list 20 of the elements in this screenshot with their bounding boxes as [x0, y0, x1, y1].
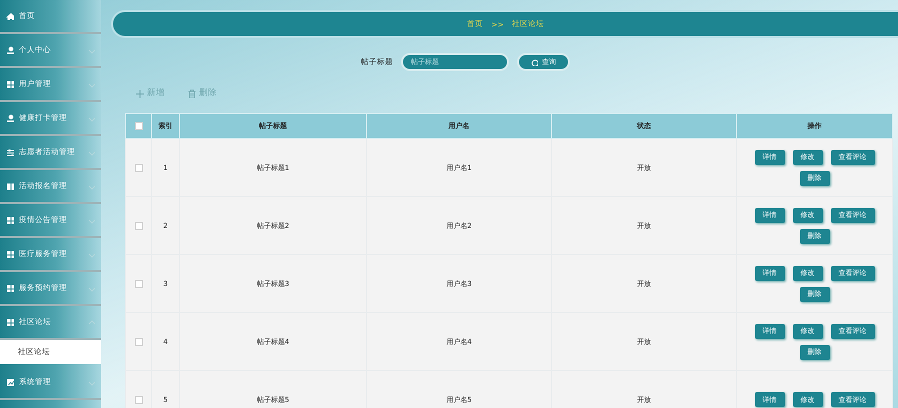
grid-icon — [6, 80, 14, 88]
user-icon — [6, 114, 14, 122]
grid-icon — [6, 250, 14, 258]
chart-icon — [6, 378, 14, 386]
row-checkbox[interactable] — [134, 280, 142, 288]
grid-icon — [6, 284, 14, 292]
select-all-checkbox[interactable] — [134, 122, 142, 130]
trash-icon — [187, 88, 196, 98]
row-checkbox[interactable] — [134, 164, 142, 172]
grid-icon — [6, 216, 14, 224]
row-checkbox[interactable] — [134, 396, 142, 404]
search-icon — [531, 58, 538, 66]
row-checkbox[interactable] — [134, 222, 142, 230]
grid-icon — [6, 318, 14, 326]
row-checkbox[interactable] — [134, 338, 142, 346]
book-icon — [6, 182, 14, 190]
plus-icon — [135, 88, 144, 98]
user-icon — [6, 46, 14, 54]
sliders-icon — [6, 148, 14, 156]
home-icon — [6, 12, 14, 20]
